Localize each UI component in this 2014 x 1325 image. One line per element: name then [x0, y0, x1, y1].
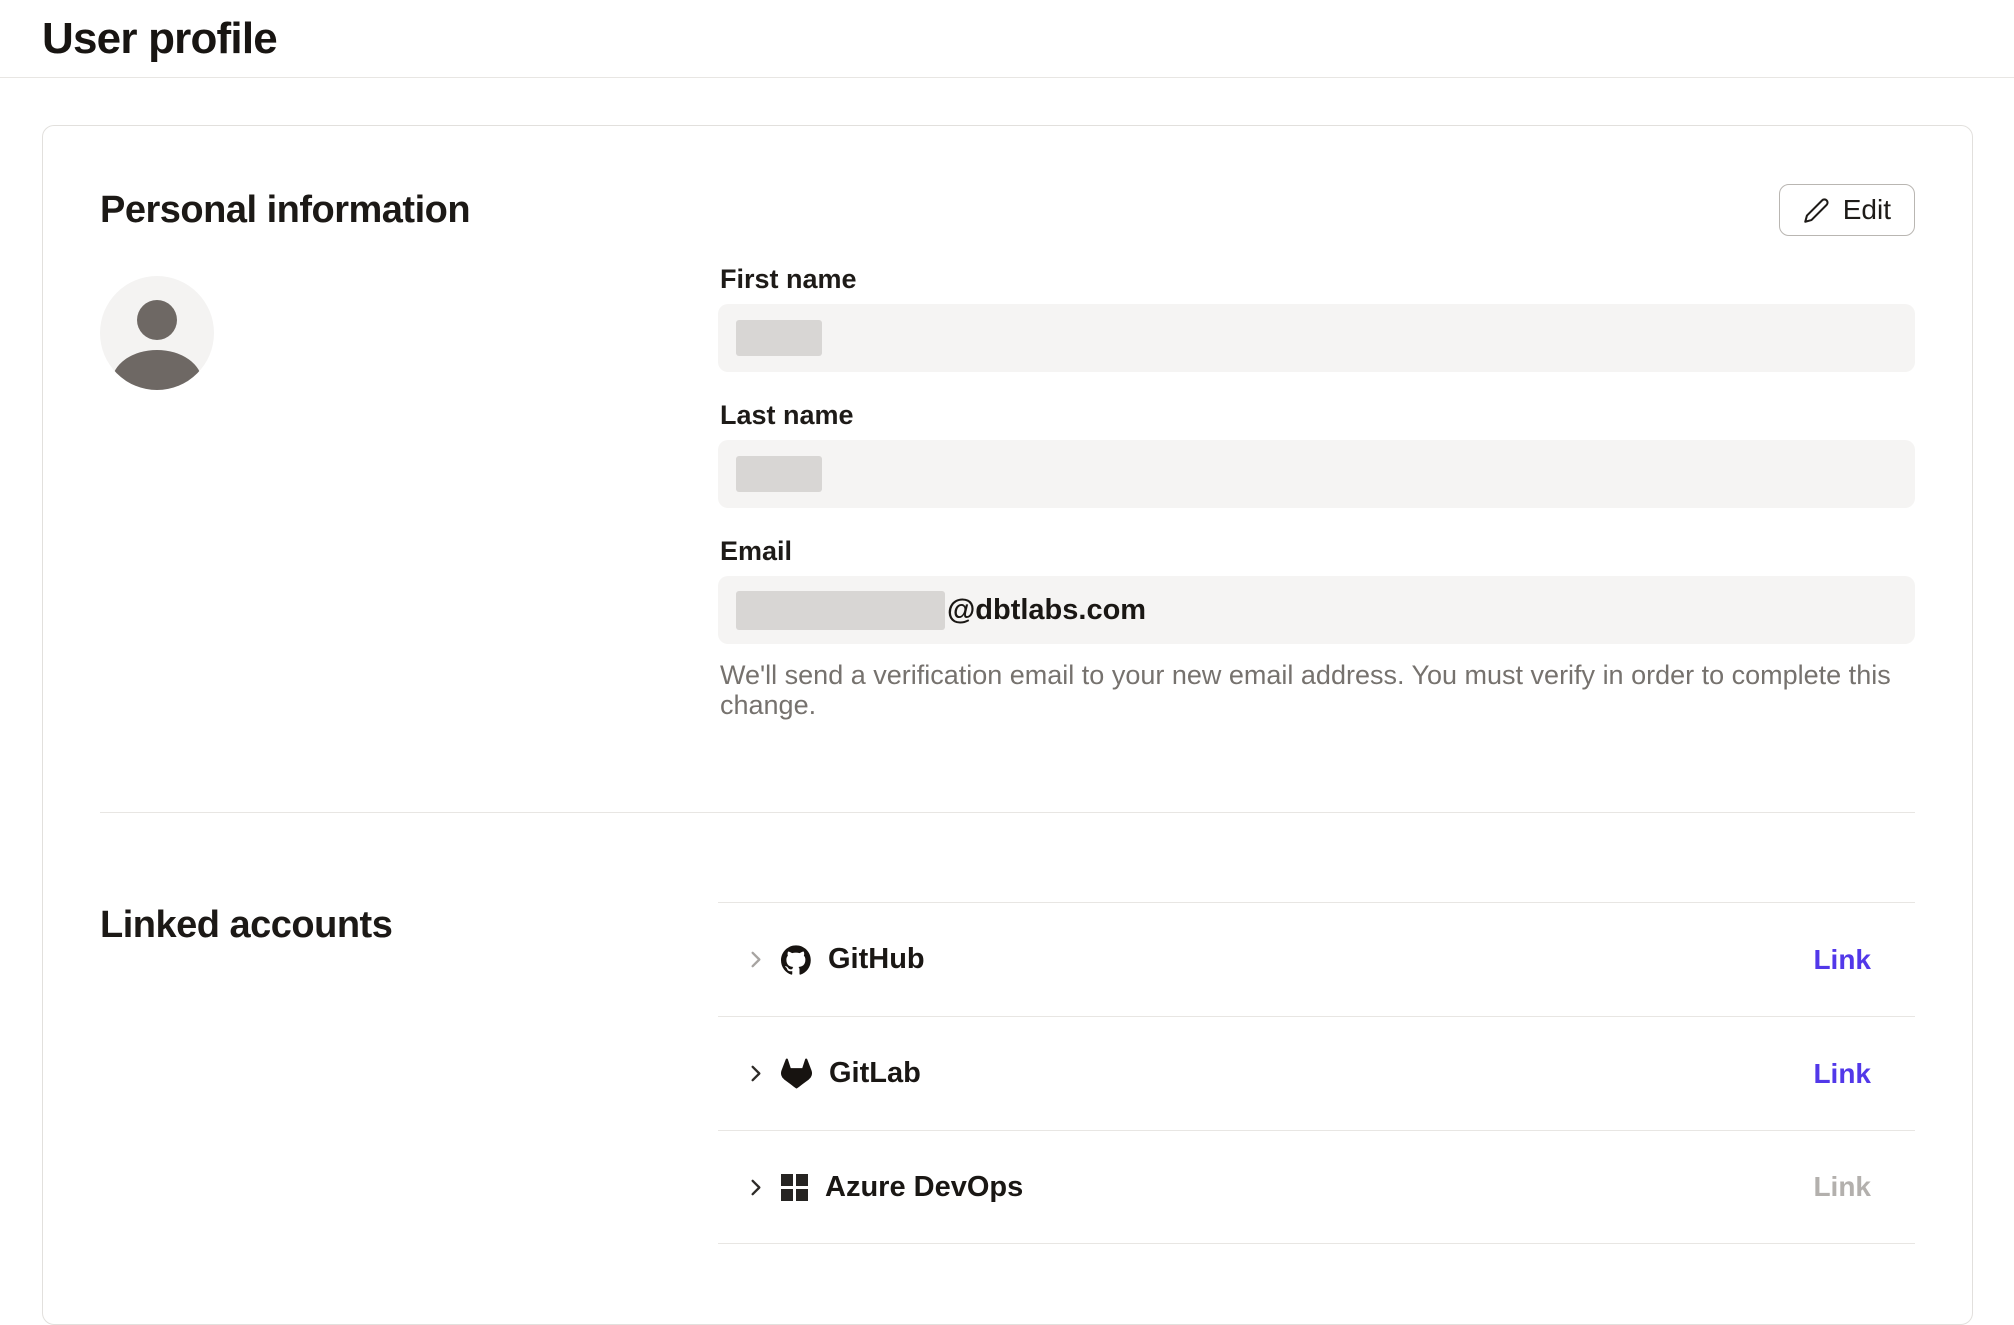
first-name-field[interactable]	[718, 304, 1915, 372]
personal-info-body: First name Last name Email @dbtlabs.com …	[100, 264, 1915, 720]
page-title: User profile	[42, 14, 277, 64]
github-icon	[781, 945, 811, 975]
email-domain-text: @dbtlabs.com	[947, 594, 1146, 627]
azure-devops-icon	[781, 1174, 808, 1201]
account-label: GitHub	[828, 943, 925, 976]
first-name-redacted-value	[736, 320, 822, 356]
email-field[interactable]: @dbtlabs.com	[718, 576, 1915, 644]
account-label: GitLab	[829, 1057, 921, 1090]
account-link[interactable]: Link	[1813, 1171, 1871, 1203]
account-row-azure-devops: Azure DevOps Link	[718, 1130, 1915, 1244]
email-helper-text: We'll send a verification email to your …	[720, 660, 1915, 720]
edit-button[interactable]: Edit	[1779, 184, 1915, 236]
account-label: Azure DevOps	[825, 1171, 1023, 1204]
email-label: Email	[720, 536, 1915, 566]
account-link[interactable]: Link	[1813, 944, 1871, 976]
pencil-icon	[1803, 197, 1830, 224]
first-name-label: First name	[720, 264, 1915, 294]
chevron-right-icon[interactable]	[744, 948, 767, 971]
linked-accounts-list: GitHub Link GitLab Link	[718, 902, 1915, 1244]
avatar	[100, 276, 214, 390]
section-divider	[100, 812, 1915, 813]
linked-accounts-heading: Linked accounts	[100, 904, 718, 947]
chevron-right-icon[interactable]	[744, 1062, 767, 1085]
account-link[interactable]: Link	[1813, 1058, 1871, 1090]
linked-accounts-section: Linked accounts GitHub Link	[100, 902, 1915, 1244]
account-row-gitlab: GitLab Link	[718, 1016, 1915, 1130]
page-header: User profile	[0, 0, 2014, 78]
personal-info-heading: Personal information	[100, 189, 470, 232]
avatar-person-icon	[137, 300, 177, 340]
chevron-right-icon[interactable]	[744, 1176, 767, 1199]
personal-info-header: Personal information Edit	[100, 184, 1915, 236]
edit-button-label: Edit	[1843, 194, 1891, 226]
account-row-github: GitHub Link	[718, 902, 1915, 1016]
last-name-redacted-value	[736, 456, 822, 492]
gitlab-icon	[781, 1058, 812, 1089]
personal-info-fields: First name Last name Email @dbtlabs.com …	[718, 264, 1915, 720]
last-name-field[interactable]	[718, 440, 1915, 508]
last-name-label: Last name	[720, 400, 1915, 430]
profile-card: Personal information Edit First name Las…	[42, 125, 1973, 1325]
email-redacted-value	[736, 591, 945, 630]
